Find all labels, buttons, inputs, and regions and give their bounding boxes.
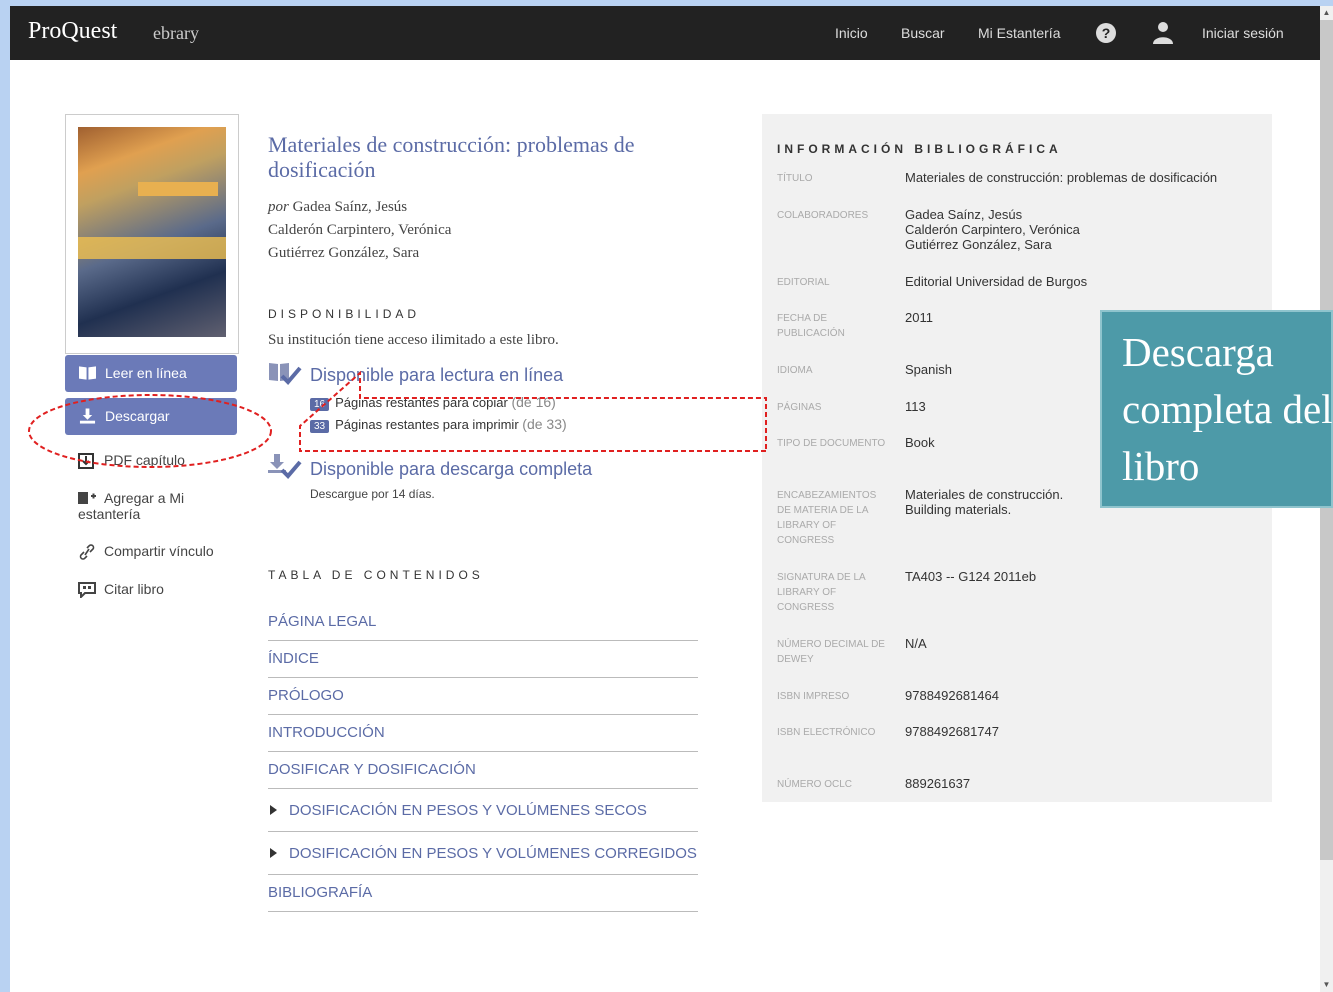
toc-item-bibliografia[interactable]: BIBLIOGRAFÍA — [268, 875, 698, 912]
copy-pages-badge: 16 — [310, 398, 330, 411]
biblio-label-signatura: SIGNATURA DE LA LIBRARY OF CONGRESS — [777, 572, 866, 613]
toc-item-pesos-corregidos[interactable]: DOSIFICACIÓN EN PESOS Y VOLÚMENES CORREG… — [268, 832, 698, 875]
download-label: Descargar — [105, 408, 170, 424]
author-2[interactable]: Calderón Carpintero, Verónica — [268, 219, 451, 242]
help-icon[interactable]: ? — [1096, 23, 1116, 43]
pdf-chapter-label: PDF capítulo — [104, 452, 185, 468]
copy-pages-text: Páginas restantes para copiar — [335, 395, 508, 410]
biblio-label-oclc: NÚMERO OCLC — [777, 779, 853, 790]
biblio-value-signatura: TA403 -- G124 2011eb — [905, 569, 1037, 584]
scroll-down-arrow-icon[interactable]: ▼ — [1320, 978, 1333, 992]
pdf-chapter-link[interactable]: PDF capítulo — [78, 452, 185, 469]
biblio-label-fecha: FECHA DE PUBLICACIÓN — [777, 313, 845, 339]
share-link-label: Compartir vínculo — [104, 543, 214, 559]
author-1[interactable]: Gadea Saínz, Jesús — [293, 199, 408, 215]
download-duration-note: Descargue por 14 días. — [310, 487, 435, 501]
toc-item-pesos-corregidos-label: DOSIFICACIÓN EN PESOS Y VOLÚMENES CORREG… — [289, 845, 697, 862]
copy-pages-of: (de 16) — [511, 394, 556, 410]
toc-item-introduccion[interactable]: INTRODUCCIÓN — [268, 715, 698, 752]
biblio-label-titulo: TÍTULO — [777, 173, 813, 184]
toc-list: PÁGINA LEGAL ÍNDICE PRÓLOGO INTRODUCCIÓN… — [268, 604, 698, 912]
print-pages-text: Páginas restantes para imprimir — [335, 417, 519, 432]
availability-heading: DISPONIBILIDAD — [268, 307, 421, 321]
toc-item-pesos-secos-label: DOSIFICACIÓN EN PESOS Y VOLÚMENES SECOS — [289, 802, 647, 819]
book-authors: por Gadea Saínz, Jesús Calderón Carpinte… — [268, 196, 451, 265]
toc-item-pesos-secos[interactable]: DOSIFICACIÓN EN PESOS Y VOLÚMENES SECOS — [268, 789, 698, 832]
add-to-shelf-icon — [78, 492, 96, 504]
share-link[interactable]: Compartir vínculo — [78, 543, 214, 560]
top-navigation-bar: ProQuest ebrary Inicio Buscar Mi Estante… — [10, 6, 1320, 60]
toc-heading: TABLA DE CONTENIDOS — [268, 568, 484, 582]
expand-triangle-icon[interactable] — [270, 848, 277, 858]
link-icon — [79, 544, 95, 560]
copy-pages-line: 16 Páginas restantes para copiar (de 16) — [310, 394, 556, 411]
cite-book-label: Citar libro — [104, 581, 164, 597]
biblio-value-titulo: Materiales de construcción: problemas de… — [905, 170, 1218, 185]
biblio-label-encabezamientos: ENCABEZAMIENTOS DE MATERIA DE LA LIBRARY… — [777, 490, 877, 546]
ebrary-logo-text: ebrary — [153, 23, 199, 43]
toc-item-indice[interactable]: ÍNDICE — [268, 641, 698, 678]
read-online-label: Leer en línea — [105, 365, 187, 381]
toc-item-dosificar[interactable]: DOSIFICAR Y DOSIFICACIÓN — [268, 752, 698, 789]
biblio-heading: INFORMACIÓN BIBLIOGRÁFICA — [777, 142, 1062, 156]
add-to-shelf-link[interactable]: Agregar a Mi estantería — [78, 490, 184, 522]
biblio-value-isbn-electronico: 9788492681747 — [905, 724, 999, 739]
scroll-up-arrow-icon[interactable]: ▲ — [1320, 6, 1333, 20]
biblio-label-isbn-electronico: ISBN ELECTRÓNICO — [777, 727, 876, 738]
login-link[interactable]: Iniciar sesión — [1202, 6, 1284, 60]
biblio-label-editorial: EDITORIAL — [777, 277, 830, 288]
print-pages-of: (de 33) — [522, 416, 567, 432]
expand-triangle-icon[interactable] — [270, 805, 277, 815]
browser-page: ProQuest ebrary Inicio Buscar Mi Estante… — [10, 6, 1333, 992]
print-pages-line: 33 Páginas restantes para imprimir (de 33… — [310, 416, 567, 433]
nav-mi-estanteria[interactable]: Mi Estantería — [978, 6, 1060, 60]
cite-book-link[interactable]: Citar libro — [78, 581, 164, 598]
biblio-value-isbn-impreso: 9788492681464 — [905, 688, 999, 703]
proquest-logo[interactable]: ProQuest — [28, 18, 117, 45]
toc-item-prologo[interactable]: PRÓLOGO — [268, 678, 698, 715]
online-availability-heading: Disponible para lectura en línea — [310, 365, 564, 385]
pdf-download-icon — [78, 453, 94, 469]
biblio-value-dewey: N/A — [905, 636, 927, 651]
download-button[interactable]: Descargar — [65, 398, 237, 435]
print-pages-badge: 33 — [310, 420, 330, 433]
biblio-label-paginas: PÁGINAS — [777, 402, 822, 413]
biblio-label-isbn-impreso: ISBN IMPRESO — [777, 691, 850, 702]
access-text: Su institución tiene acceso ilimitado a … — [268, 332, 559, 348]
biblio-label-colaboradores: COLABORADORES — [777, 210, 869, 221]
biblio-value-colaboradores: Gadea Saínz, Jesús Calderón Carpintero, … — [905, 207, 1080, 252]
download-callout-box: Descarga completa del libro — [1100, 310, 1333, 508]
add-to-shelf-label-line1: Agregar a Mi — [104, 490, 185, 506]
nav-inicio[interactable]: Inicio — [835, 6, 868, 60]
read-online-check-icon — [269, 363, 302, 385]
open-book-icon — [79, 366, 96, 380]
quote-bubble-icon — [78, 582, 96, 598]
book-title: Materiales de construcción: problemas de… — [268, 132, 635, 182]
biblio-value-oclc: 889261637 — [905, 776, 971, 791]
book-cover-image[interactable] — [78, 127, 226, 337]
by-label: por — [268, 199, 289, 215]
book-cover-frame — [65, 114, 239, 354]
biblio-label-dewey: NÚMERO DECIMAL DE DEWEY — [777, 639, 885, 665]
add-to-shelf-label-line2: estantería — [78, 506, 141, 522]
download-availability-heading: Disponible para descarga completa — [310, 459, 593, 479]
biblio-value-editorial: Editorial Universidad de Burgos — [905, 274, 1088, 289]
user-icon[interactable] — [1151, 20, 1175, 44]
nav-buscar[interactable]: Buscar — [901, 6, 945, 60]
biblio-label-idioma: IDIOMA — [777, 365, 813, 376]
read-online-button[interactable]: Leer en línea — [65, 355, 237, 392]
download-icon — [79, 408, 96, 424]
biblio-label-tipo: TIPO DE DOCUMENTO — [777, 438, 886, 449]
author-3[interactable]: Gutiérrez González, Sara — [268, 242, 451, 265]
toc-item-pagina-legal[interactable]: PÁGINA LEGAL — [268, 604, 698, 641]
download-check-icon — [268, 454, 302, 479]
callout-text: Descarga completa del libro — [1122, 329, 1333, 489]
